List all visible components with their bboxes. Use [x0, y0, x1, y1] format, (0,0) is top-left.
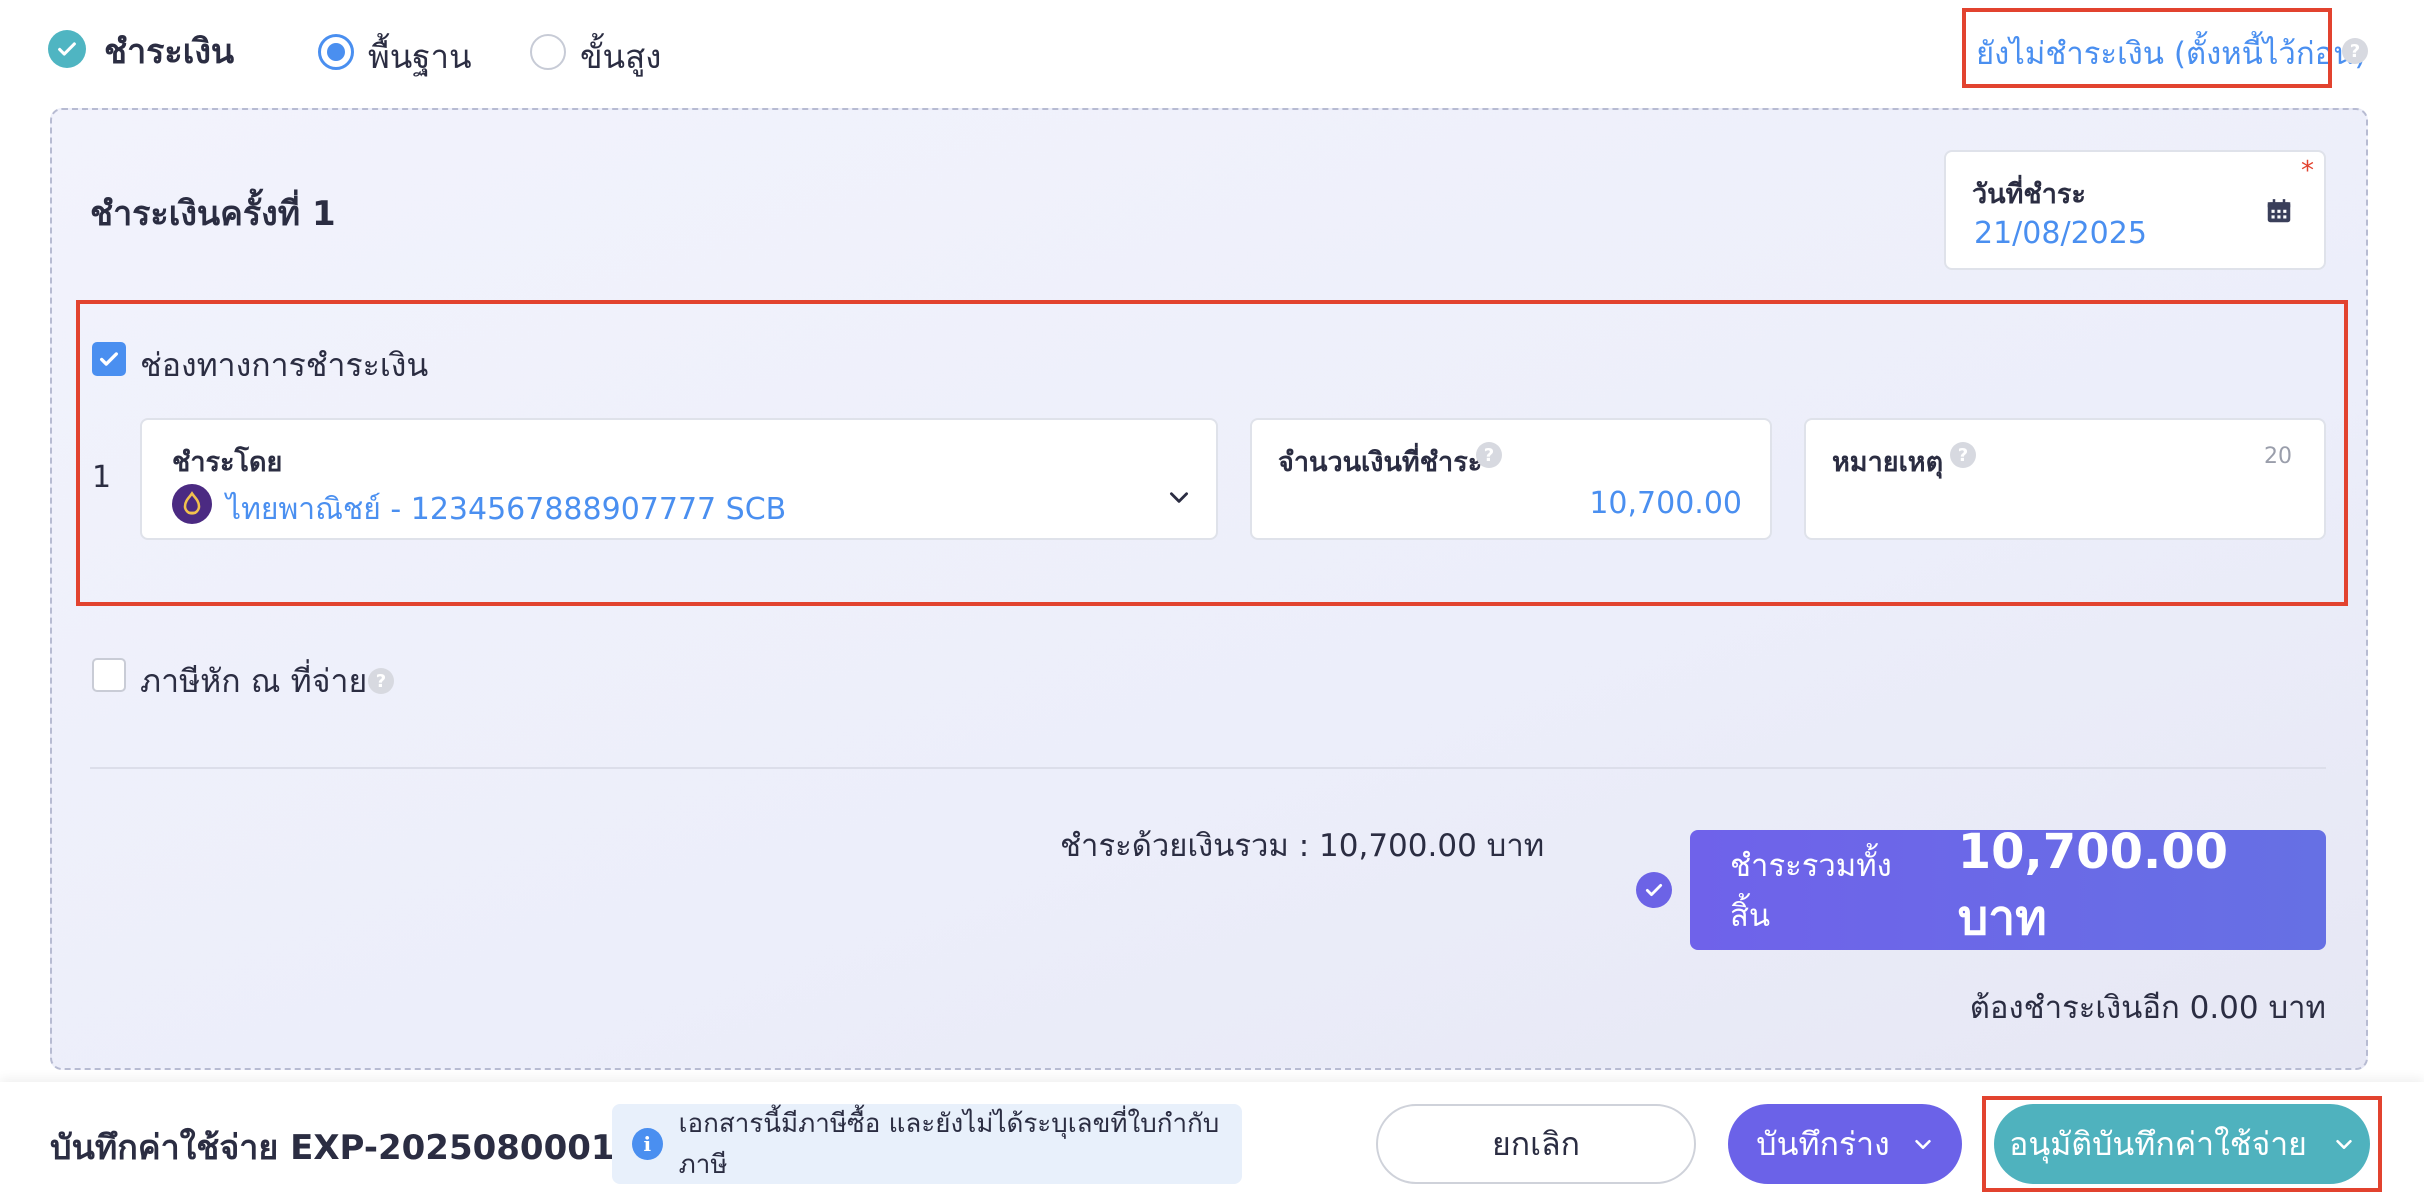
payment-date-label: วันที่ชำระ — [1972, 179, 2086, 210]
grand-total-value: 10,700.00 บาท — [1957, 824, 2229, 946]
divider — [90, 767, 2326, 769]
withholding-tax-checkbox[interactable] — [92, 658, 126, 692]
highlight-unpaid — [1962, 8, 2332, 88]
section-check-icon — [48, 30, 86, 68]
info-icon: i — [632, 1128, 663, 1160]
highlight-approve — [1982, 1096, 2382, 1192]
highlight-payment-channel — [76, 300, 2348, 606]
grand-total-label: ชำระรวมทั้งสิ้น — [1730, 848, 1892, 934]
help-icon[interactable]: ? — [2342, 38, 2368, 64]
document-title: บันทึกค่าใช้จ่าย EXP-20250800013 — [50, 1128, 639, 1168]
save-draft-button[interactable]: บันทึกร่าง — [1728, 1104, 1962, 1184]
required-mark: * — [2301, 156, 2314, 186]
chevron-down-icon — [1915, 1139, 1931, 1149]
mode-advanced-radio[interactable] — [530, 34, 566, 70]
section-title: ชำระเงิน — [104, 32, 235, 72]
cancel-button[interactable]: ยกเลิก — [1376, 1104, 1696, 1184]
info-notice: i เอกสารนี้มีภาษีซื้อ และยังไม่ได้ระบุเล… — [612, 1104, 1242, 1184]
mode-basic-label[interactable]: พื้นฐาน — [368, 30, 472, 83]
mode-advanced-label[interactable]: ขั้นสูง — [580, 30, 661, 83]
paid-total-line: ชำระด้วยเงินรวม : 10,700.00 บาท — [1060, 828, 1545, 864]
payment-date-field[interactable]: วันที่ชำระ * 21/08/2025 — [1944, 150, 2326, 270]
save-draft-label: บันทึกร่าง — [1756, 1124, 1890, 1163]
total-check-icon — [1636, 872, 1672, 908]
info-text: เอกสารนี้มีภาษีซื้อ และยังไม่ได้ระบุเลขท… — [678, 1109, 1220, 1180]
payment-date-value[interactable]: 21/08/2025 — [1974, 216, 2147, 251]
grand-total-box: ชำระรวมทั้งสิ้น 10,700.00 บาท — [1690, 824, 2326, 950]
calendar-icon[interactable] — [2264, 196, 2294, 230]
payment-round-title: ชำระเงินครั้งที่ 1 — [90, 194, 336, 234]
cancel-button-label: ยกเลิก — [1491, 1124, 1581, 1163]
remaining-amount: ต้องชำระเงินอีก 0.00 บาท — [1969, 990, 2326, 1026]
help-icon[interactable]: ? — [368, 668, 394, 694]
withholding-tax-label: ภาษีหัก ณ ที่จ่าย — [140, 662, 368, 700]
mode-basic-radio[interactable] — [318, 34, 354, 70]
